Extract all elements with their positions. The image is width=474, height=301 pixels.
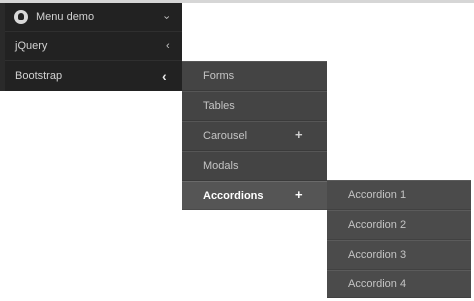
submenu-item-label: Modals bbox=[203, 160, 239, 172]
submenu-item-modals[interactable]: Modals bbox=[182, 151, 327, 181]
menu-item-menu-demo[interactable]: Menu demo › bbox=[5, 3, 182, 32]
chevron-left-icon: ‹ bbox=[162, 68, 167, 84]
submenu-item-label: Carousel bbox=[203, 130, 248, 142]
submenu-item-accordions[interactable]: Accordions + bbox=[182, 181, 327, 210]
main-menu: Menu demo › jQuery ‹ Bootstrap ‹ bbox=[0, 3, 182, 91]
submenu-item-label: Accordion 3 bbox=[348, 249, 407, 261]
submenu-item-label: Accordions bbox=[203, 189, 264, 202]
menu-item-jquery[interactable]: jQuery ‹ bbox=[5, 32, 182, 61]
plus-icon: + bbox=[295, 127, 303, 142]
submenu-item-accordion-3[interactable]: Accordion 3 bbox=[327, 240, 471, 270]
submenu-item-label: Tables bbox=[203, 100, 235, 112]
accordions-submenu: Accordion 1 Accordion 2 Accordion 3 Acco… bbox=[327, 180, 471, 298]
submenu-item-label: Accordion 2 bbox=[348, 219, 407, 231]
submenu-item-accordion-4[interactable]: Accordion 4 bbox=[327, 270, 471, 298]
submenu-item-carousel[interactable]: Carousel + bbox=[182, 121, 327, 151]
menu-item-label: Bootstrap bbox=[15, 70, 63, 82]
submenu-item-tables[interactable]: Tables bbox=[182, 91, 327, 121]
submenu-item-label: Forms bbox=[203, 70, 235, 82]
submenu-item-accordion-1[interactable]: Accordion 1 bbox=[327, 180, 471, 210]
submenu-item-label: Accordion 4 bbox=[348, 278, 407, 290]
github-icon bbox=[14, 10, 28, 24]
chevron-down-icon: › bbox=[160, 15, 173, 20]
menu-item-label: Menu demo bbox=[36, 11, 95, 23]
bootstrap-submenu: Forms Tables Carousel + Modals Accordion… bbox=[182, 61, 327, 210]
menu-item-bootstrap[interactable]: Bootstrap ‹ bbox=[5, 61, 182, 91]
submenu-item-accordion-2[interactable]: Accordion 2 bbox=[327, 210, 471, 240]
submenu-item-label: Accordion 1 bbox=[348, 189, 407, 201]
submenu-item-forms[interactable]: Forms bbox=[182, 61, 327, 91]
plus-icon: + bbox=[295, 187, 303, 202]
menu-item-label: jQuery bbox=[15, 40, 48, 52]
chevron-left-icon: ‹ bbox=[166, 40, 170, 52]
